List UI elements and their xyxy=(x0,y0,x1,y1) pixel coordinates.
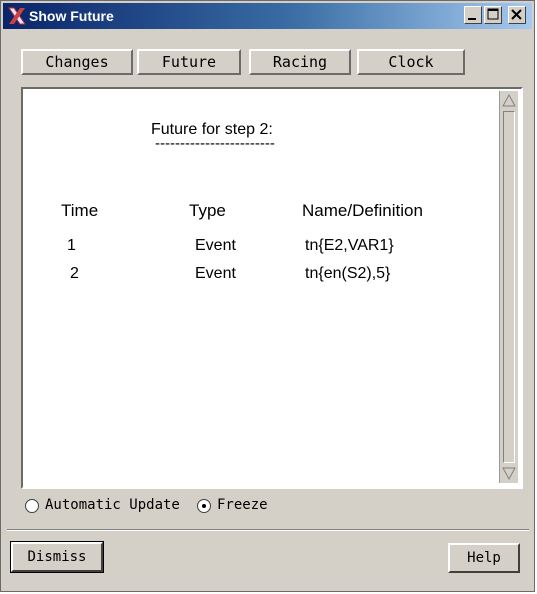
row-2-time: 2 xyxy=(70,265,79,282)
row-2-definition: tn{en(S2),5} xyxy=(305,265,391,282)
scroll-down-button[interactable] xyxy=(500,465,518,483)
automatic-update-label[interactable]: Automatic Update xyxy=(45,497,180,513)
automatic-update-radio[interactable] xyxy=(25,499,39,513)
tab-clock[interactable]: Clock xyxy=(357,49,465,75)
window-title: Show Future xyxy=(29,8,114,24)
future-panel: Future for step 2: ---------------------… xyxy=(21,87,523,489)
help-button[interactable]: Help xyxy=(448,543,520,573)
maximize-icon xyxy=(487,8,499,20)
selected-dot-icon xyxy=(202,504,206,508)
freeze-label[interactable]: Freeze xyxy=(217,497,268,513)
column-header-definition: Name/Definition xyxy=(302,201,423,220)
dismiss-button[interactable]: Dismiss xyxy=(11,542,103,572)
separator xyxy=(7,529,529,531)
row-1-time: 1 xyxy=(67,237,76,254)
column-header-type: Type xyxy=(189,201,226,220)
x-logo-icon xyxy=(7,6,27,26)
row-1-type: Event xyxy=(195,237,236,254)
scroll-track[interactable] xyxy=(503,111,515,463)
maximize-button[interactable] xyxy=(484,6,502,24)
row-2-type: Event xyxy=(195,265,236,282)
tab-racing[interactable]: Racing xyxy=(249,49,351,75)
tab-changes[interactable]: Changes xyxy=(21,49,133,75)
close-icon xyxy=(511,9,522,20)
title-bar[interactable]: Show Future xyxy=(3,3,532,29)
future-content: Future for step 2: ---------------------… xyxy=(23,89,495,487)
row-1-definition: tn{E2,VAR1} xyxy=(305,237,394,254)
tab-future[interactable]: Future xyxy=(137,49,241,75)
minimize-button[interactable] xyxy=(464,6,482,24)
column-header-time: Time xyxy=(61,201,99,220)
show-future-window: Show Future Changes Future Racing Clock … xyxy=(0,0,535,592)
freeze-radio[interactable] xyxy=(197,499,211,513)
close-button[interactable] xyxy=(508,6,526,24)
scroll-up-button[interactable] xyxy=(500,91,518,109)
triangle-up-icon xyxy=(502,93,516,107)
minimize-icon xyxy=(468,18,476,20)
triangle-down-icon xyxy=(502,467,516,481)
heading-underline: ------------------------ xyxy=(155,135,275,152)
vertical-scrollbar[interactable] xyxy=(499,91,518,483)
